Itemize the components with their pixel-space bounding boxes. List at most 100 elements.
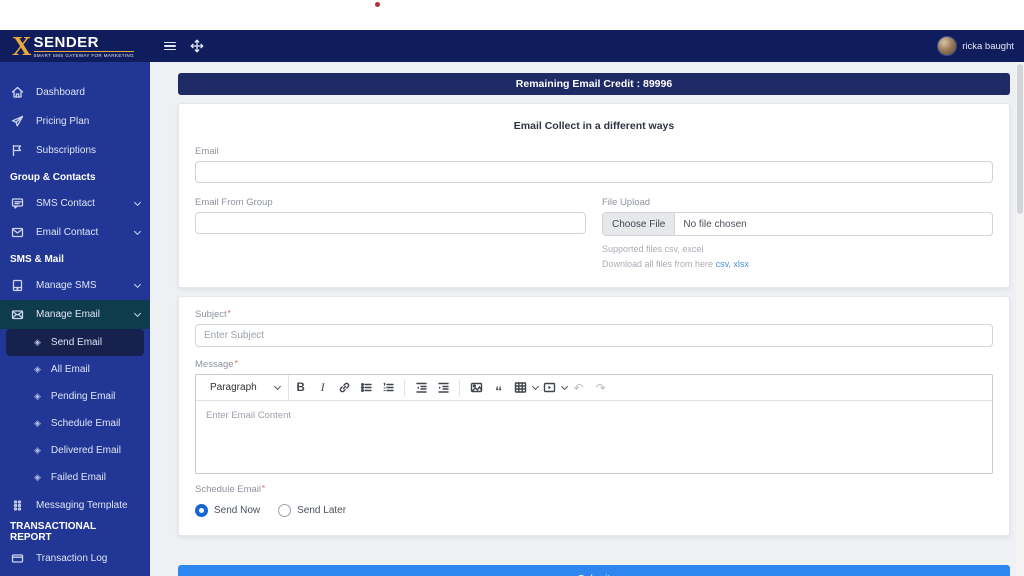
rich-text-editor: Paragraph B I “ ↶ ↷ Enter Email Content (195, 374, 993, 474)
compose-email-card: Subject* Message* Paragraph B I (178, 296, 1010, 536)
toolbar-separator (458, 379, 460, 396)
sidebar-item-dashboard[interactable]: Dashboard (0, 78, 150, 107)
sidebar-section-group-contacts: Group & Contacts (10, 171, 96, 183)
sidebar-item-messaging-template[interactable]: Messaging Template (0, 491, 150, 520)
send-now-radio[interactable]: Send Now (195, 504, 260, 517)
sidebar-item-manage-email[interactable]: Manage Email (0, 300, 150, 329)
numbered-list-button[interactable] (379, 378, 399, 398)
download-csv-xlsx-link[interactable]: csv, xlsx (716, 259, 749, 269)
submit-button[interactable]: Submit (178, 565, 1010, 576)
collect-card-title: Email Collect in a different ways (513, 120, 675, 132)
paragraph-style-dropdown[interactable]: Paragraph (202, 375, 289, 400)
download-files-hint: Download all files from here csv, xlsx (602, 259, 749, 269)
flag-icon (10, 144, 24, 157)
email-input[interactable] (195, 161, 993, 183)
insert-image-button[interactable] (467, 378, 487, 398)
sidebar-item-email-contact[interactable]: Email Contact (0, 218, 150, 247)
sidebar-subitem-all-email[interactable]: ◈ All Email (0, 356, 150, 383)
file-upload-input[interactable]: Choose File No file chosen (602, 212, 993, 236)
app-logo[interactable]: X SENDER SMART SMS GATEWAY FOR MARKETING (0, 31, 150, 61)
logo-tagline: SMART SMS GATEWAY FOR MARKETING (33, 50, 135, 58)
bold-button[interactable]: B (291, 378, 311, 398)
radio-unselected-icon (278, 504, 292, 517)
italic-button[interactable]: I (313, 378, 333, 398)
schedule-radio-group: Send Now Send Later (195, 504, 993, 517)
chevron-down-icon (273, 382, 281, 391)
sidebar-item-pricing-plan[interactable]: Pricing Plan (0, 107, 150, 136)
diamond-icon: ◈ (34, 391, 41, 401)
app-header: X SENDER SMART SMS GATEWAY FOR MARKETING… (0, 30, 1024, 62)
subject-input[interactable] (195, 324, 993, 347)
sidebar-item-sms-contact[interactable]: SMS Contact (0, 189, 150, 218)
user-name: ricka baught (962, 40, 1014, 52)
sidebar: Dashboard Pricing Plan Subscriptions Gro… (0, 62, 150, 576)
blockquote-button[interactable]: “ (489, 378, 509, 398)
insert-media-dropdown[interactable] (538, 378, 568, 398)
sidebar-subitem-pending-email[interactable]: ◈ Pending Email (0, 383, 150, 410)
undo-button[interactable]: ↶ (569, 378, 589, 398)
diamond-icon: ◈ (34, 472, 41, 482)
user-menu[interactable]: ricka baught (937, 36, 1014, 56)
chevron-down-icon (133, 280, 142, 288)
remaining-credit-banner: Remaining Email Credit : 89996 (178, 73, 1010, 95)
browser-top-strip (0, 0, 1024, 30)
card-icon (10, 552, 24, 565)
file-upload-label: File Upload (602, 197, 651, 208)
no-file-chosen-text: No file chosen (683, 218, 747, 230)
scrollbar-thumb[interactable] (1017, 64, 1023, 214)
media-icon (540, 378, 560, 398)
sms-device-icon (10, 279, 24, 292)
home-icon (10, 86, 24, 99)
email-collect-card: Email Collect in a different ways Email … (178, 103, 1010, 288)
sidebar-section-transactional-report: TRANSACTIONAL REPORT (10, 521, 96, 543)
diamond-icon: ◈ (34, 418, 41, 428)
insert-table-dropdown[interactable] (509, 378, 539, 398)
move-arrows-icon[interactable] (190, 39, 204, 53)
logo-name: SENDER (33, 33, 100, 51)
sidebar-item-subscriptions[interactable]: Subscriptions (0, 136, 150, 165)
sidebar-subitem-delivered-email[interactable]: ◈ Delivered Email (0, 437, 150, 464)
chat-icon (10, 197, 24, 210)
outdent-button[interactable] (412, 378, 432, 398)
required-asterisk: * (262, 484, 266, 493)
required-asterisk: * (227, 309, 231, 318)
chevron-down-icon (560, 382, 568, 391)
indent-button[interactable] (434, 378, 454, 398)
mail-open-icon (10, 308, 24, 321)
required-asterisk: * (234, 359, 238, 368)
link-button[interactable] (335, 378, 355, 398)
sidebar-item-transaction-log[interactable]: Transaction Log (0, 544, 150, 573)
main-content: Remaining Email Credit : 89996 Email Col… (150, 62, 1024, 576)
sidebar-subitem-send-email[interactable]: ◈ Send Email (6, 329, 144, 356)
chevron-down-icon (133, 198, 142, 206)
sidebar-item-manage-sms[interactable]: Manage SMS (0, 271, 150, 300)
paper-plane-icon (10, 115, 24, 128)
chevron-down-icon (133, 309, 142, 317)
subject-label: Subject* (195, 309, 231, 320)
sidebar-subitem-schedule-email[interactable]: ◈ Schedule Email (0, 410, 150, 437)
diamond-icon: ◈ (34, 337, 41, 347)
message-editor-area[interactable]: Enter Email Content (196, 401, 992, 473)
envelope-icon (10, 226, 24, 239)
sidebar-subitem-failed-email[interactable]: ◈ Failed Email (0, 464, 150, 491)
radio-selected-icon (195, 504, 208, 517)
logo-x-mark: X (12, 31, 32, 61)
user-avatar (937, 36, 958, 56)
menu-toggle-icon[interactable] (164, 41, 176, 51)
message-label: Message* (195, 359, 238, 370)
supported-files-hint: Supported files csv, excel (602, 244, 704, 254)
page-scrollbar[interactable] (1016, 62, 1024, 576)
record-dot-icon (375, 2, 380, 7)
table-icon (511, 378, 531, 398)
bullet-list-button[interactable] (357, 378, 377, 398)
diamond-icon: ◈ (34, 364, 41, 374)
email-from-group-input[interactable] (195, 212, 586, 234)
choose-file-button[interactable]: Choose File (603, 213, 676, 235)
schedule-email-label: Schedule Email* (195, 484, 266, 495)
editor-toolbar: Paragraph B I “ ↶ ↷ (196, 375, 992, 401)
send-later-radio[interactable]: Send Later (278, 504, 346, 517)
email-from-group-label: Email From Group (195, 197, 273, 208)
toolbar-separator (403, 379, 405, 396)
diamond-icon: ◈ (34, 445, 41, 455)
redo-button[interactable]: ↷ (591, 378, 611, 398)
